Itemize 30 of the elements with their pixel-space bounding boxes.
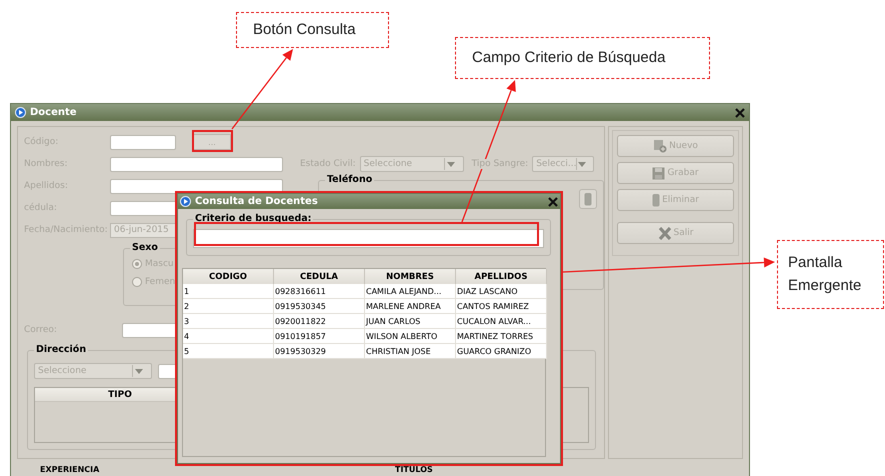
dialog-title: Consulta de Docentes [195,196,318,207]
table-cell: 1 [183,284,274,299]
table-cell: 2 [183,299,274,314]
section-title: EXPERIENCIA [40,465,100,474]
table-cell: 0920011822 [274,314,365,329]
callout: Campo Criterio de Búsqueda [455,37,710,79]
table-cell: CANTOS RAMIREZ [456,299,547,314]
table-cell: 0919530345 [274,299,365,314]
table-cell: GUARCO GRANIZO [456,344,547,359]
window-title: Docente [30,107,77,118]
callout: Pantalla Emergente [777,240,884,309]
table-cell: MARLENE ANDREA [365,299,456,314]
table-cell: CHRISTIAN JOSE [365,344,456,359]
table-cell: 4 [183,329,274,344]
section-title: TITULOS [395,465,433,474]
group-title: Teléfono [324,174,374,185]
table-cell: 5 [183,344,274,359]
group-title: Sexo [130,242,160,253]
table-cell: DIAZ LASCANO [456,284,547,299]
table-cell: 0928316611 [274,284,365,299]
table-cell: JUAN CARLOS [365,314,456,329]
table-cell: CUCALON ALVAR... [456,314,547,329]
table-cell: 0910191857 [274,329,365,344]
table-cell: MARTINEZ TORRES [456,329,547,344]
group-title: Dirección [34,344,88,355]
table-cell: WILSON ALBERTO [365,329,456,344]
table-cell: 0919530329 [274,344,365,359]
callout: Botón Consulta [236,12,389,48]
table-cell: 3 [183,314,274,329]
table-cell: CAMILA ALEJAND... [365,284,456,299]
